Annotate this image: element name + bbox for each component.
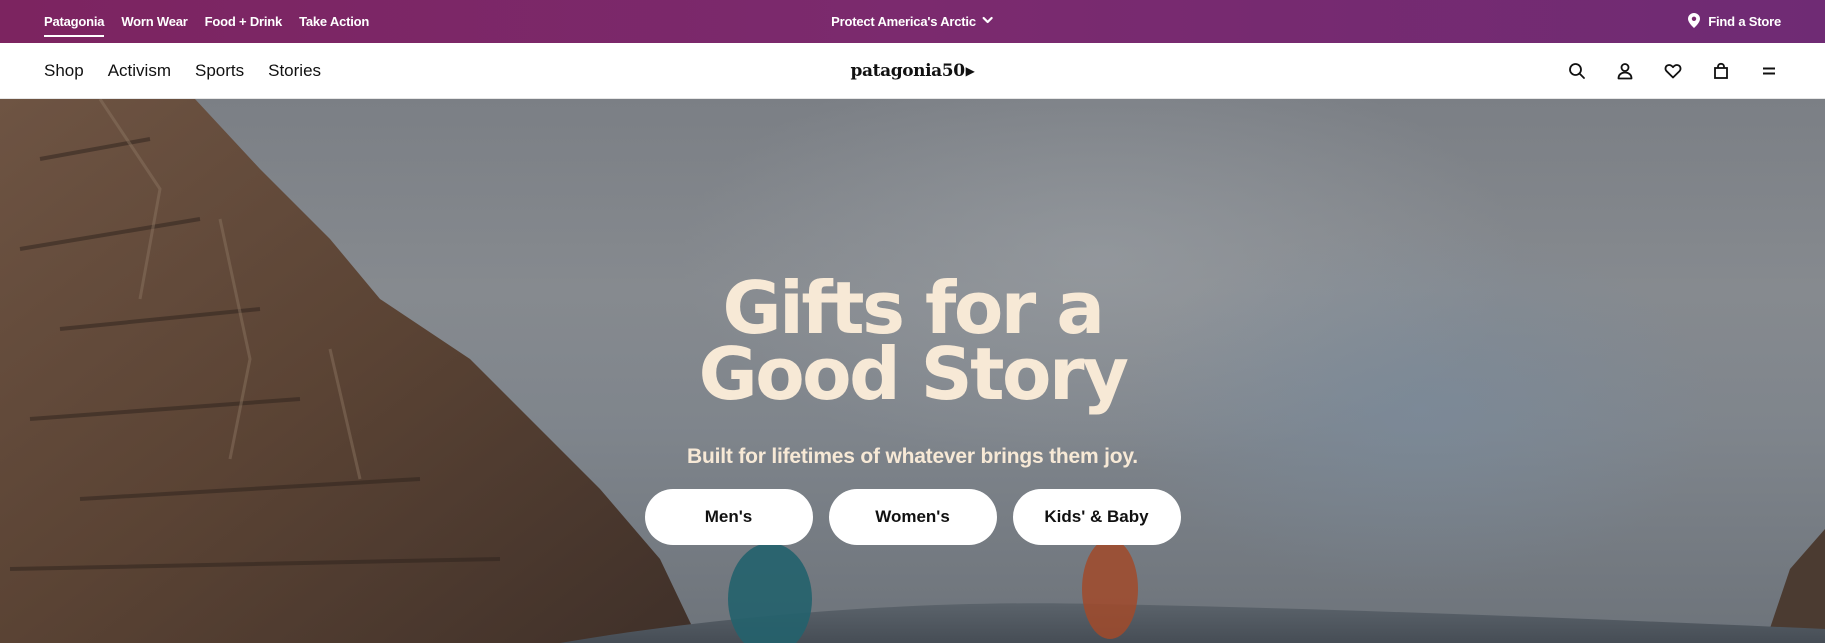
account-icon[interactable] bbox=[1613, 59, 1637, 83]
find-store-label: Find a Store bbox=[1708, 14, 1781, 29]
menu-icon[interactable] bbox=[1757, 59, 1781, 83]
hero-headline-line2: Good Story bbox=[698, 332, 1129, 416]
campaign-label: Protect America's Arctic bbox=[831, 14, 976, 29]
nav-item-stories[interactable]: Stories bbox=[268, 61, 321, 81]
nav-icons bbox=[1565, 59, 1781, 83]
utility-links: Patagonia Worn Wear Food + Drink Take Ac… bbox=[44, 10, 369, 37]
logo-suffix: 50 bbox=[941, 61, 965, 81]
kids-baby-button[interactable]: Kids' & Baby bbox=[1012, 489, 1181, 545]
utility-link-take-action[interactable]: Take Action bbox=[299, 10, 369, 33]
hero-cta-row: Men's Women's Kids' & Baby bbox=[644, 489, 1181, 545]
hero-headline: Gifts for a Good Story bbox=[698, 272, 1129, 416]
nav-items: Shop Activism Sports Stories bbox=[44, 61, 321, 81]
nav-item-sports[interactable]: Sports bbox=[195, 61, 244, 81]
campaign-dropdown[interactable]: Protect America's Arctic bbox=[831, 0, 994, 43]
bag-icon[interactable] bbox=[1709, 59, 1733, 83]
patagonia-logo[interactable]: patagonia 50 ▶ bbox=[851, 43, 975, 99]
play-arrow-icon: ▶ bbox=[965, 64, 975, 78]
utility-bar: Patagonia Worn Wear Food + Drink Take Ac… bbox=[0, 0, 1825, 43]
womens-button[interactable]: Women's bbox=[828, 489, 997, 545]
logo-text: patagonia bbox=[850, 61, 943, 81]
wishlist-icon[interactable] bbox=[1661, 59, 1685, 83]
location-pin-icon bbox=[1688, 12, 1701, 31]
nav-item-activism[interactable]: Activism bbox=[108, 61, 171, 81]
chevron-down-icon bbox=[982, 14, 994, 29]
hero-content: Gifts for a Good Story Built for lifetim… bbox=[0, 99, 1825, 643]
mens-button[interactable]: Men's bbox=[644, 489, 813, 545]
utility-link-patagonia[interactable]: Patagonia bbox=[44, 10, 105, 37]
search-icon[interactable] bbox=[1565, 59, 1589, 83]
utility-link-food-drink[interactable]: Food + Drink bbox=[205, 10, 283, 33]
hero-subhead: Built for lifetimes of whatever brings t… bbox=[687, 445, 1138, 468]
utility-link-worn-wear[interactable]: Worn Wear bbox=[121, 10, 188, 33]
find-store-link[interactable]: Find a Store bbox=[1688, 12, 1781, 31]
hero-banner: Gifts for a Good Story Built for lifetim… bbox=[0, 99, 1825, 643]
nav-item-shop[interactable]: Shop bbox=[44, 61, 84, 81]
main-nav: Shop Activism Sports Stories patagonia 5… bbox=[0, 43, 1825, 99]
